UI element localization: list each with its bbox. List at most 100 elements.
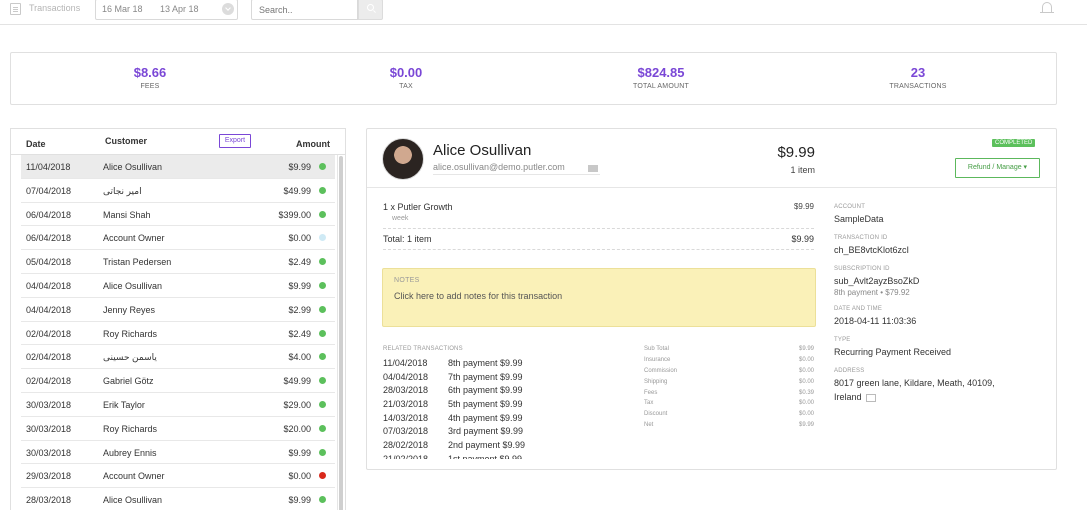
table-row[interactable]: 06/04/2018 Mansi Shah $399.00 — [21, 203, 335, 227]
row-customer: Jenny Reyes — [103, 304, 156, 315]
divider — [383, 249, 814, 250]
stat-value: $0.00 — [389, 65, 423, 80]
column-header-customer[interactable]: Customer — [105, 136, 147, 146]
table-row[interactable]: 06/04/2018 Account Owner $0.00 — [21, 226, 335, 251]
row-customer: Tristan Pedersen — [103, 257, 172, 268]
row-date: 11/04/2018 — [26, 162, 71, 172]
table-row[interactable]: 29/03/2018 Account Owner $0.00 — [21, 464, 335, 489]
scrollbar[interactable] — [337, 155, 344, 510]
meta-value[interactable]: sub_Avlt2ayzBsoZkD — [834, 274, 1044, 288]
related-payment: 4th payment $9.99 — [448, 412, 523, 423]
customer-name[interactable]: Alice Osullivan — [433, 142, 531, 159]
status-badge: COMPLETED — [992, 139, 1036, 147]
table-row[interactable]: 11/04/2018 Alice Osullivan $9.99 — [21, 155, 335, 179]
export-button[interactable]: Export — [219, 134, 251, 148]
summary-value: $0.00 — [798, 400, 814, 407]
related-payment: 2nd payment $9.99 — [448, 440, 526, 451]
table-row[interactable]: 02/04/2018 یاسمن حسینی $4.00 — [21, 345, 335, 370]
row-customer: Roy Richards — [103, 423, 158, 434]
row-date: 05/04/2018 — [26, 257, 72, 268]
related-transaction[interactable]: 21/03/2018 5th payment $9.99 — [383, 399, 563, 413]
status-dot-icon — [319, 258, 326, 266]
meta-label: ACCOUNT — [834, 204, 866, 210]
column-header-amount[interactable]: Amount — [296, 139, 330, 149]
table-row[interactable]: 07/04/2018 امیر نجاتی $49.99 — [21, 179, 335, 203]
table-row[interactable]: 30/03/2018 Roy Richards $20.00 — [21, 417, 335, 441]
transaction-detail: Alice Osullivan alice.osullivan@demo.put… — [366, 128, 1057, 470]
bell-icon[interactable] — [1040, 2, 1054, 13]
related-transaction[interactable]: 14/03/2018 4th payment $9.99 — [383, 413, 563, 427]
row-date: 30/03/2018 — [26, 399, 72, 410]
notes-box[interactable]: NOTES Click here to add notes for this t… — [382, 268, 816, 327]
row-amount: $49.99 — [283, 376, 311, 387]
search-input[interactable] — [251, 0, 358, 20]
summary-value: $0.00 — [798, 378, 814, 385]
related-payment: 8th payment $9.99 — [448, 358, 523, 368]
date-range-picker[interactable]: 16 Mar 18 13 Apr 18 — [95, 0, 238, 20]
row-amount: $9.99 — [288, 162, 311, 172]
summary-label: Commission — [644, 367, 678, 374]
stat-value: $8.66 — [133, 65, 167, 80]
summary-label: Sub Total — [644, 346, 669, 352]
map-icon[interactable] — [865, 393, 876, 402]
related-transaction[interactable]: 07/03/2018 3rd payment $9.99 — [383, 426, 563, 440]
table-row[interactable]: 28/03/2018 Alice Osullivan $9.99 — [21, 488, 335, 510]
date-to[interactable]: 13 Apr 18 — [160, 4, 199, 14]
column-header-date[interactable]: Date — [26, 139, 46, 149]
stat-value: $824.85 — [637, 65, 685, 80]
related-transaction[interactable]: 11/04/2018 8th payment $9.99 — [383, 358, 563, 372]
related-transaction[interactable]: 21/02/2018 1st payment $9.99 — [383, 454, 563, 459]
customer-email[interactable]: alice.osullivan@demo.putler.com — [433, 162, 600, 175]
summary-row: Discount $0.00 — [644, 411, 814, 422]
row-amount: $2.49 — [288, 328, 311, 339]
row-date: 28/03/2018 — [26, 495, 72, 506]
notes-placeholder[interactable]: Click here to add notes for this transac… — [394, 291, 562, 301]
row-date: 02/04/2018 — [26, 352, 72, 363]
meta-label: SUBSCRIPTION ID — [834, 266, 890, 272]
row-amount: $49.99 — [283, 185, 311, 196]
status-dot-icon — [319, 305, 326, 313]
related-transaction[interactable]: 28/03/2018 6th payment $9.99 — [383, 385, 563, 399]
table-row[interactable]: 04/04/2018 Alice Osullivan $9.99 — [21, 274, 335, 298]
line-item-name: 1 x Putler Growth — [383, 202, 453, 212]
stat-label: TRANSACTIONS — [889, 83, 947, 90]
summary-label: Fees — [644, 389, 658, 396]
divider — [383, 228, 814, 229]
related-date: 04/04/2018 — [383, 371, 429, 382]
summary-value: $9.99 — [798, 346, 814, 352]
meta-value: Ireland — [834, 392, 862, 402]
chevron-down-icon[interactable] — [222, 3, 234, 15]
related-date: 21/02/2018 — [383, 453, 429, 459]
table-row[interactable]: 02/04/2018 Roy Richards $2.49 — [21, 322, 335, 346]
row-amount: $9.99 — [288, 495, 311, 506]
transaction-meta: ACCOUNT SampleData TRANSACTION ID ch_BE8… — [834, 204, 1044, 413]
related-payment: 5th payment $9.99 — [448, 399, 523, 410]
related-transaction[interactable]: 28/02/2018 2nd payment $9.99 — [383, 440, 563, 454]
mail-icon[interactable] — [588, 165, 598, 172]
row-customer: Account Owner — [103, 471, 165, 482]
item-count: 1 item — [790, 165, 815, 175]
meta-address: ADDRESS 8017 green lane, Kildare, Meath,… — [834, 368, 1044, 404]
date-from[interactable]: 16 Mar 18 — [102, 4, 143, 14]
related-transaction[interactable]: 04/04/2018 7th payment $9.99 — [383, 372, 563, 386]
refund-manage-button[interactable]: Refund / Manage ▾ — [955, 158, 1040, 178]
summary-row: Tax $0.00 — [644, 400, 814, 411]
total-label: Total: 1 item — [383, 234, 432, 244]
table-row[interactable]: 05/04/2018 Tristan Pedersen $2.49 — [21, 250, 335, 274]
summary-value: $0.00 — [798, 411, 814, 418]
row-date: 02/04/2018 — [26, 328, 72, 339]
row-amount: $20.00 — [283, 423, 311, 434]
table-row[interactable]: 02/04/2018 Gabriel Götz $49.99 — [21, 369, 335, 393]
search-button[interactable] — [358, 0, 383, 20]
avatar — [382, 138, 424, 180]
meta-label: DATE AND TIME — [834, 306, 883, 312]
amount-summary: Sub Total $9.99 Insurance $0.00 Commission $0… — [644, 346, 814, 433]
table-row[interactable]: 30/03/2018 Erik Taylor $29.00 — [21, 393, 335, 417]
table-row[interactable]: 04/04/2018 Jenny Reyes $2.99 — [21, 298, 335, 322]
divider — [367, 187, 1056, 188]
table-row[interactable]: 30/03/2018 Aubrey Ennis $9.99 — [21, 441, 335, 465]
scrollbar-thumb[interactable] — [339, 156, 343, 510]
row-amount: $2.99 — [288, 304, 311, 315]
summary-label: Tax — [644, 400, 654, 407]
summary-value: $0.00 — [798, 367, 814, 374]
